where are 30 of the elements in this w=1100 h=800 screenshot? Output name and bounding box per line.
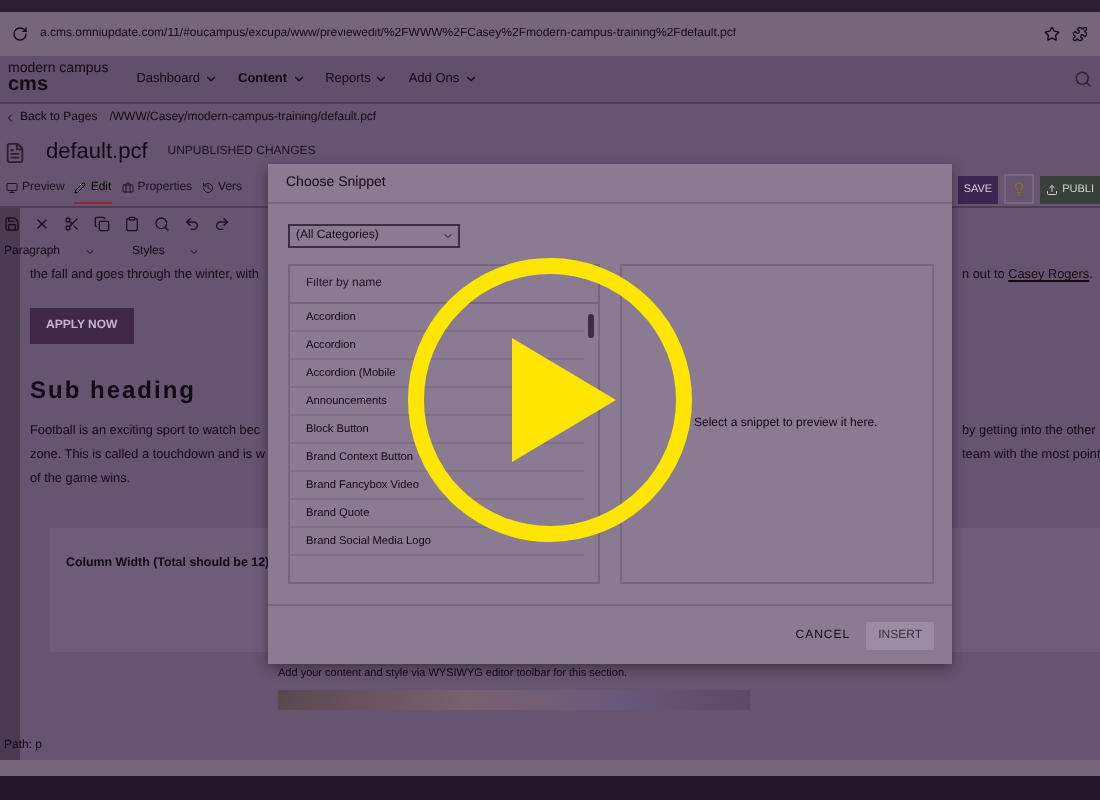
chevron-down-icon [463, 72, 478, 86]
search-icon[interactable] [1074, 70, 1092, 88]
save-icon[interactable] [4, 216, 20, 232]
chevron-down-icon [291, 72, 306, 86]
star-icon[interactable] [1044, 26, 1060, 42]
clipboard-icon[interactable] [124, 216, 140, 232]
chevron-down-icon [442, 230, 454, 242]
chevron-down-icon [204, 72, 219, 86]
puzzle-icon[interactable] [1072, 26, 1088, 42]
reload-icon[interactable] [12, 26, 28, 42]
undo-icon[interactable] [184, 216, 200, 232]
lightbulb-icon [1012, 182, 1027, 196]
upload-icon [1046, 183, 1059, 195]
scissors-icon[interactable] [64, 216, 80, 232]
versions-icon [202, 182, 215, 194]
chevron-down-icon [84, 246, 97, 258]
properties-icon [121, 182, 134, 194]
sub-heading: Sub heading [30, 376, 198, 404]
search-icon[interactable] [154, 216, 170, 232]
copy-icon[interactable] [94, 216, 110, 232]
chevron-down-icon [374, 72, 389, 86]
file-icon [4, 141, 26, 163]
chevron-down-icon [188, 246, 201, 258]
edit-icon [74, 182, 87, 194]
redo-icon[interactable] [214, 216, 230, 232]
close-icon[interactable] [34, 216, 50, 232]
page-title: default.pcf [46, 140, 148, 164]
scrollbar-thumb[interactable] [588, 314, 594, 338]
chevron-left-icon [4, 112, 16, 124]
preview-icon [6, 182, 18, 194]
